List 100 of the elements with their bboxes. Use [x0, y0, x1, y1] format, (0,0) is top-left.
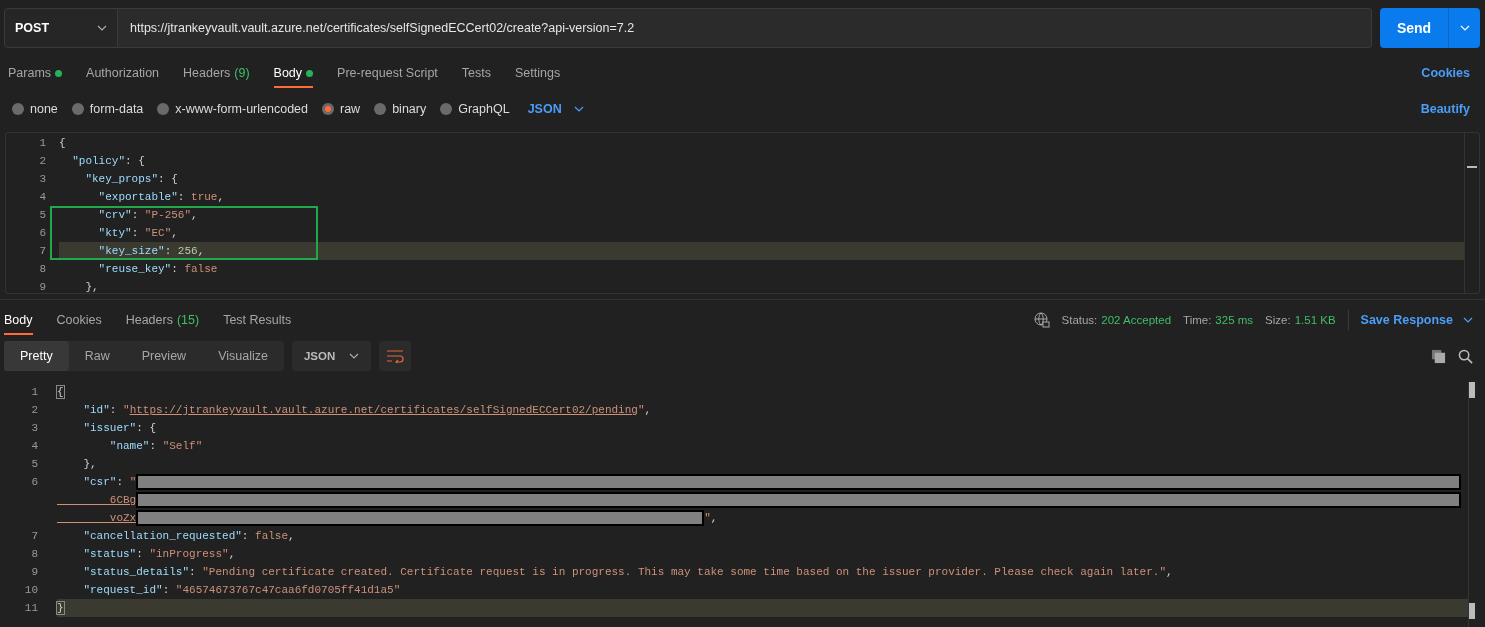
request-tab[interactable]: Headers (9) [183, 58, 250, 88]
line-number: 6 [30, 475, 38, 490]
line-number: 7 [38, 244, 46, 259]
request-tab[interactable]: Pre-request Script [337, 58, 438, 88]
radio-label[interactable]: x-www-form-urlencoded [175, 102, 308, 116]
radio-button[interactable] [157, 103, 170, 115]
code-string: "Pending certificate created. Certificate request is in progress. This may take some time based on the issuer provider. Please check again later." [202, 566, 1166, 578]
code-key: "csr" [57, 476, 117, 488]
beautify-link[interactable]: Beautify [1420, 102, 1470, 116]
request-tab[interactable]: Params [8, 58, 63, 88]
line-number: 3 [38, 172, 46, 187]
chevron-down-icon [349, 353, 360, 359]
code-punctuation: { [59, 137, 66, 149]
globe-lock-icon[interactable] [1033, 312, 1050, 328]
code-string: " [123, 404, 130, 416]
code-key: "key_props" [59, 173, 159, 185]
line-number: 4 [38, 190, 46, 205]
request-tab[interactable]: Tests [461, 58, 491, 88]
radio-label[interactable]: GraphQL [458, 102, 510, 116]
view-mode-tab[interactable]: Visualize [202, 341, 284, 371]
code-bracket: { [57, 386, 64, 398]
code-key: "exportable" [59, 191, 178, 203]
code-key: "crv" [59, 209, 132, 221]
status-label: Time: [1183, 314, 1212, 326]
scrollbar-thumb[interactable] [1467, 166, 1477, 168]
code-punctuation: : { [158, 173, 178, 185]
code-string: " [637, 404, 645, 416]
code-punctuation: , [228, 548, 236, 560]
code-string: " [704, 512, 711, 524]
send-button[interactable]: Send [1380, 8, 1448, 48]
line-number: 10 [23, 583, 38, 598]
radio-button[interactable] [71, 103, 84, 115]
code-boolean: true [191, 191, 218, 203]
code-punctuation: , [217, 191, 225, 203]
code-punctuation: : [131, 209, 140, 221]
status-value: 1.51 KB [1294, 314, 1336, 326]
view-mode-tab[interactable]: Raw [68, 341, 126, 371]
wrap-lines-button[interactable] [379, 341, 412, 371]
line-number: 1 [30, 385, 38, 400]
chevron-down-icon [97, 25, 107, 31]
cookies-link[interactable]: Cookies [1421, 66, 1470, 80]
request-tab[interactable]: Settings [515, 58, 561, 88]
request-tab[interactable]: Authorization [86, 58, 160, 88]
code-string: " [129, 476, 137, 488]
format-dropdown[interactable]: JSON [527, 102, 584, 116]
code-punctuation: : [171, 263, 179, 275]
tab-count: (15) [176, 313, 200, 327]
copy-icon[interactable] [1431, 348, 1446, 364]
line-number: 7 [30, 529, 38, 544]
url-field[interactable]: https://jtrankeyvault.vault.azure.net/certificates/selfSignedECCert02/create?api-version=7.2 [118, 8, 1372, 48]
request-tab[interactable]: Body [273, 58, 314, 88]
code-punctuation: , [197, 245, 205, 257]
code-punctuation: , [171, 227, 178, 239]
status-value: 325 ms [1215, 314, 1254, 326]
line-number: 9 [30, 565, 38, 580]
line-number: 3 [30, 421, 38, 436]
code-punctuation: : { [125, 155, 145, 167]
save-response-button[interactable]: Save Response [1360, 313, 1473, 327]
status-label: Size: [1265, 314, 1291, 326]
response-tab[interactable]: Test Results [223, 305, 292, 335]
view-mode-tab[interactable]: Pretty [4, 341, 69, 371]
chevron-down-icon [1459, 25, 1470, 31]
code-punctuation: , [288, 530, 295, 542]
response-tab[interactable]: Body [4, 305, 33, 335]
radio-label[interactable]: form-data [89, 102, 144, 116]
radio-label[interactable]: raw [340, 102, 361, 116]
request-body-editor[interactable]: 1 2 3 4 5 6 7 8 9 { "policy": { "key_props": { "exportable": true, "crv": "P-256", "kty": "EC", "key_size": 256, "reuse_key": false }, [5, 132, 1480, 294]
response-tab[interactable]: Headers (15) [125, 305, 200, 335]
radio-button[interactable] [322, 103, 334, 115]
code-string: "Self" [162, 440, 203, 452]
format-dropdown[interactable]: JSON [291, 341, 372, 371]
line-number: 8 [30, 547, 38, 562]
line-number: 8 [38, 262, 46, 277]
scrollbar-thumb[interactable] [1469, 603, 1475, 619]
line-number: 2 [38, 154, 46, 169]
code-punctuation: : [136, 548, 144, 560]
code-punctuation: }, [82, 458, 97, 470]
radio-button[interactable] [12, 103, 24, 115]
code-key: "reuse_key" [59, 263, 172, 275]
code-key: "policy" [59, 155, 125, 167]
view-mode-tab[interactable]: Preview [125, 341, 203, 371]
line-number: 2 [30, 403, 38, 418]
radio-button[interactable] [374, 103, 387, 115]
code-key: "kty" [59, 227, 132, 239]
code-key: "id" [57, 404, 110, 416]
method-dropdown[interactable]: POST [4, 8, 118, 48]
radio-label[interactable]: none [30, 102, 58, 116]
scrollbar-thumb[interactable] [1469, 382, 1475, 398]
tab-count: (9) [234, 66, 250, 80]
code-key: "key_size" [59, 245, 165, 257]
code-key: "name" [57, 440, 150, 452]
code-key: "issuer" [57, 422, 137, 434]
code-punctuation: : { [136, 422, 157, 434]
line-number: 5 [30, 457, 38, 472]
radio-label[interactable]: binary [392, 102, 427, 116]
chevron-down-icon [573, 106, 584, 112]
wrap-lines-icon [386, 349, 405, 363]
radio-button[interactable] [440, 103, 453, 115]
search-icon[interactable] [1458, 348, 1473, 364]
response-tab[interactable]: Cookies [56, 305, 102, 335]
